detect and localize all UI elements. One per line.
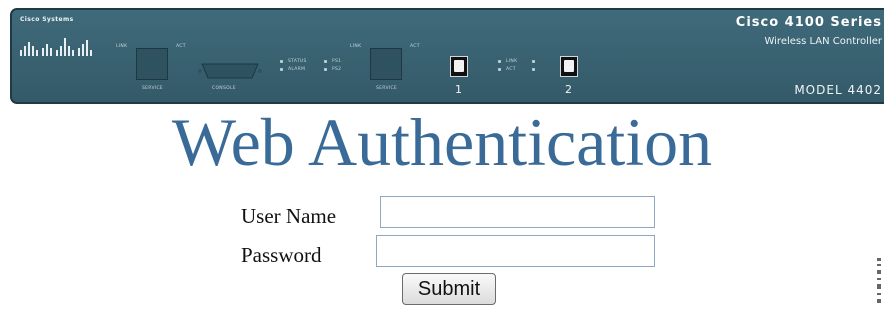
submit-button[interactable]: Submit [402,273,496,305]
act-led-label: ACT [506,67,516,72]
ps2-led [324,68,327,71]
page-title: Web Authentication [171,104,713,180]
alarm-label: ALARM [288,67,306,72]
port-number-1: 1 [455,83,462,96]
model-number: MODEL 4402 [794,83,882,97]
link-label-right: LINK [350,44,362,49]
link-led [498,60,501,63]
status-label: STATUS [288,59,307,64]
service-port-left [136,48,168,80]
ps2-label: PS2 [332,67,342,72]
side-barcode [877,258,881,303]
series-subtitle: Wireless LAN Controller [764,36,882,47]
ethernet-port-1-icon [450,56,468,77]
ethernet-port-2-icon [560,56,578,77]
act-label: ACT [176,44,186,49]
username-label: User Name [241,204,337,228]
console-port-icon [198,63,262,79]
act-label-right: ACT [410,44,420,49]
controller-front-panel: Cisco Systems LINK ACT SERVICE CONSOLE S… [10,8,884,104]
alarm-led [280,68,283,71]
service-label-right: SERVICE [376,86,398,91]
password-label: Password [241,243,322,267]
status-led [280,60,283,63]
series-title: Cisco 4100 Series [735,15,882,30]
ps1-label: PS1 [332,59,342,64]
act-led-2 [532,68,535,71]
port-number-2: 2 [565,83,572,96]
service-port-right [370,48,402,80]
cisco-logo-bars-icon [20,38,92,56]
link-led-label: LINK [506,59,518,64]
act-led [498,68,501,71]
password-input[interactable] [376,235,655,267]
service-label-left: SERVICE [142,86,164,91]
console-label: CONSOLE [212,86,236,91]
link-led-2 [532,60,535,63]
cisco-brand-text: Cisco Systems [20,16,74,23]
link-label: LINK [116,44,128,49]
ps1-led [324,60,327,63]
username-input[interactable] [380,196,655,228]
